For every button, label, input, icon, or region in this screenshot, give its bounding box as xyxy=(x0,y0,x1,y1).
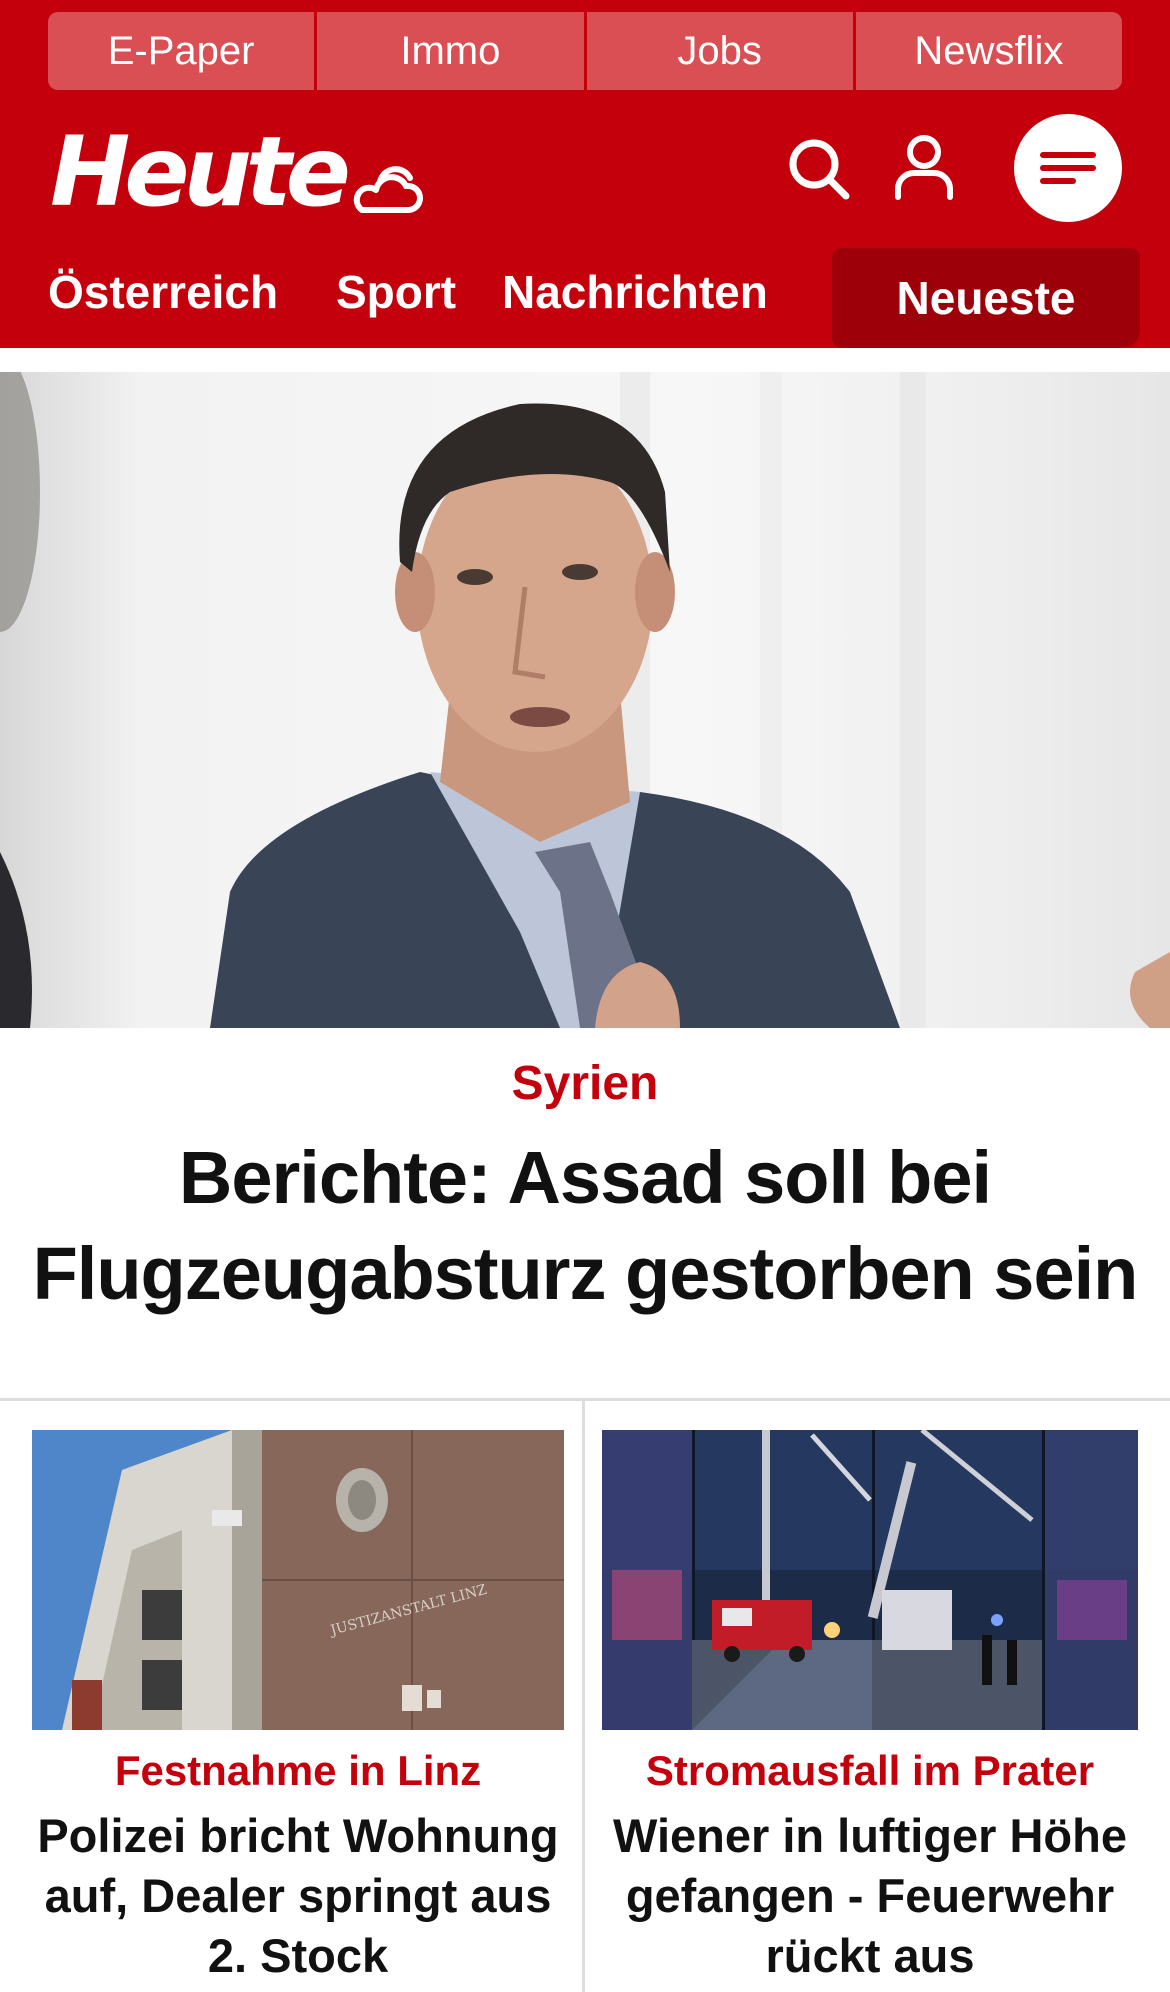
justizanstalt-photo: JUSTIZANSTALT LINZ xyxy=(32,1430,564,1730)
hero-topic-label[interactable]: Syrien xyxy=(0,1054,1170,1114)
top-link-immo[interactable]: Immo xyxy=(317,12,587,90)
site-header: E-Paper Immo Jobs Newsflix Heute Österre… xyxy=(0,0,1170,348)
hamburger-menu-icon xyxy=(1040,152,1096,184)
menu-button[interactable] xyxy=(1014,114,1122,222)
article-card-prater[interactable]: Stromausfall im Prater Wiener in luftige… xyxy=(602,1430,1138,1986)
article-title[interactable]: Polizei bricht Wohnung auf, Dealer sprin… xyxy=(32,1806,564,1986)
hero-headline[interactable]: Berichte: Assad soll bei Flugzeugabsturz… xyxy=(30,1130,1140,1322)
article-card-linz[interactable]: JUSTIZANSTALT LINZ Festnahme in Linz Pol… xyxy=(32,1430,564,1986)
article-title[interactable]: Wiener in luftiger Höhe gefangen - Feuer… xyxy=(602,1806,1138,1986)
heute-logo[interactable]: Heute xyxy=(50,124,351,220)
nav-item-neueste[interactable]: Neueste xyxy=(832,248,1140,348)
article-image-feuerwehr[interactable] xyxy=(602,1430,1138,1730)
hero-photo-portrait xyxy=(0,372,1170,1028)
search-icon[interactable] xyxy=(786,136,850,200)
top-link-jobs[interactable]: Jobs xyxy=(586,12,856,90)
nav-item-nachrichten[interactable]: Nachrichten xyxy=(502,264,768,320)
top-link-newsflix[interactable]: Newsflix xyxy=(855,12,1122,90)
cloud-sun-icon[interactable] xyxy=(346,152,426,216)
column-divider xyxy=(582,1400,585,1992)
nav-item-sport[interactable]: Sport xyxy=(336,264,456,320)
user-icon[interactable] xyxy=(894,134,954,200)
nav-item-oesterreich[interactable]: Österreich xyxy=(48,264,278,320)
top-links-bar: E-Paper Immo Jobs Newsflix xyxy=(48,12,1122,90)
brand-row: Heute xyxy=(0,100,1170,240)
article-image-justizanstalt[interactable]: JUSTIZANSTALT LINZ xyxy=(32,1430,564,1730)
article-topic-label[interactable]: Stromausfall im Prater xyxy=(602,1744,1138,1798)
article-topic-label[interactable]: Festnahme in Linz xyxy=(32,1744,564,1798)
section-divider xyxy=(0,1398,1170,1401)
main-nav: Österreich Sport Nachrichten Neueste xyxy=(0,244,1170,348)
hero-article-image[interactable] xyxy=(0,372,1170,1028)
feuerwehr-night-photo xyxy=(602,1430,1138,1730)
top-link-epaper[interactable]: E-Paper xyxy=(48,12,318,90)
